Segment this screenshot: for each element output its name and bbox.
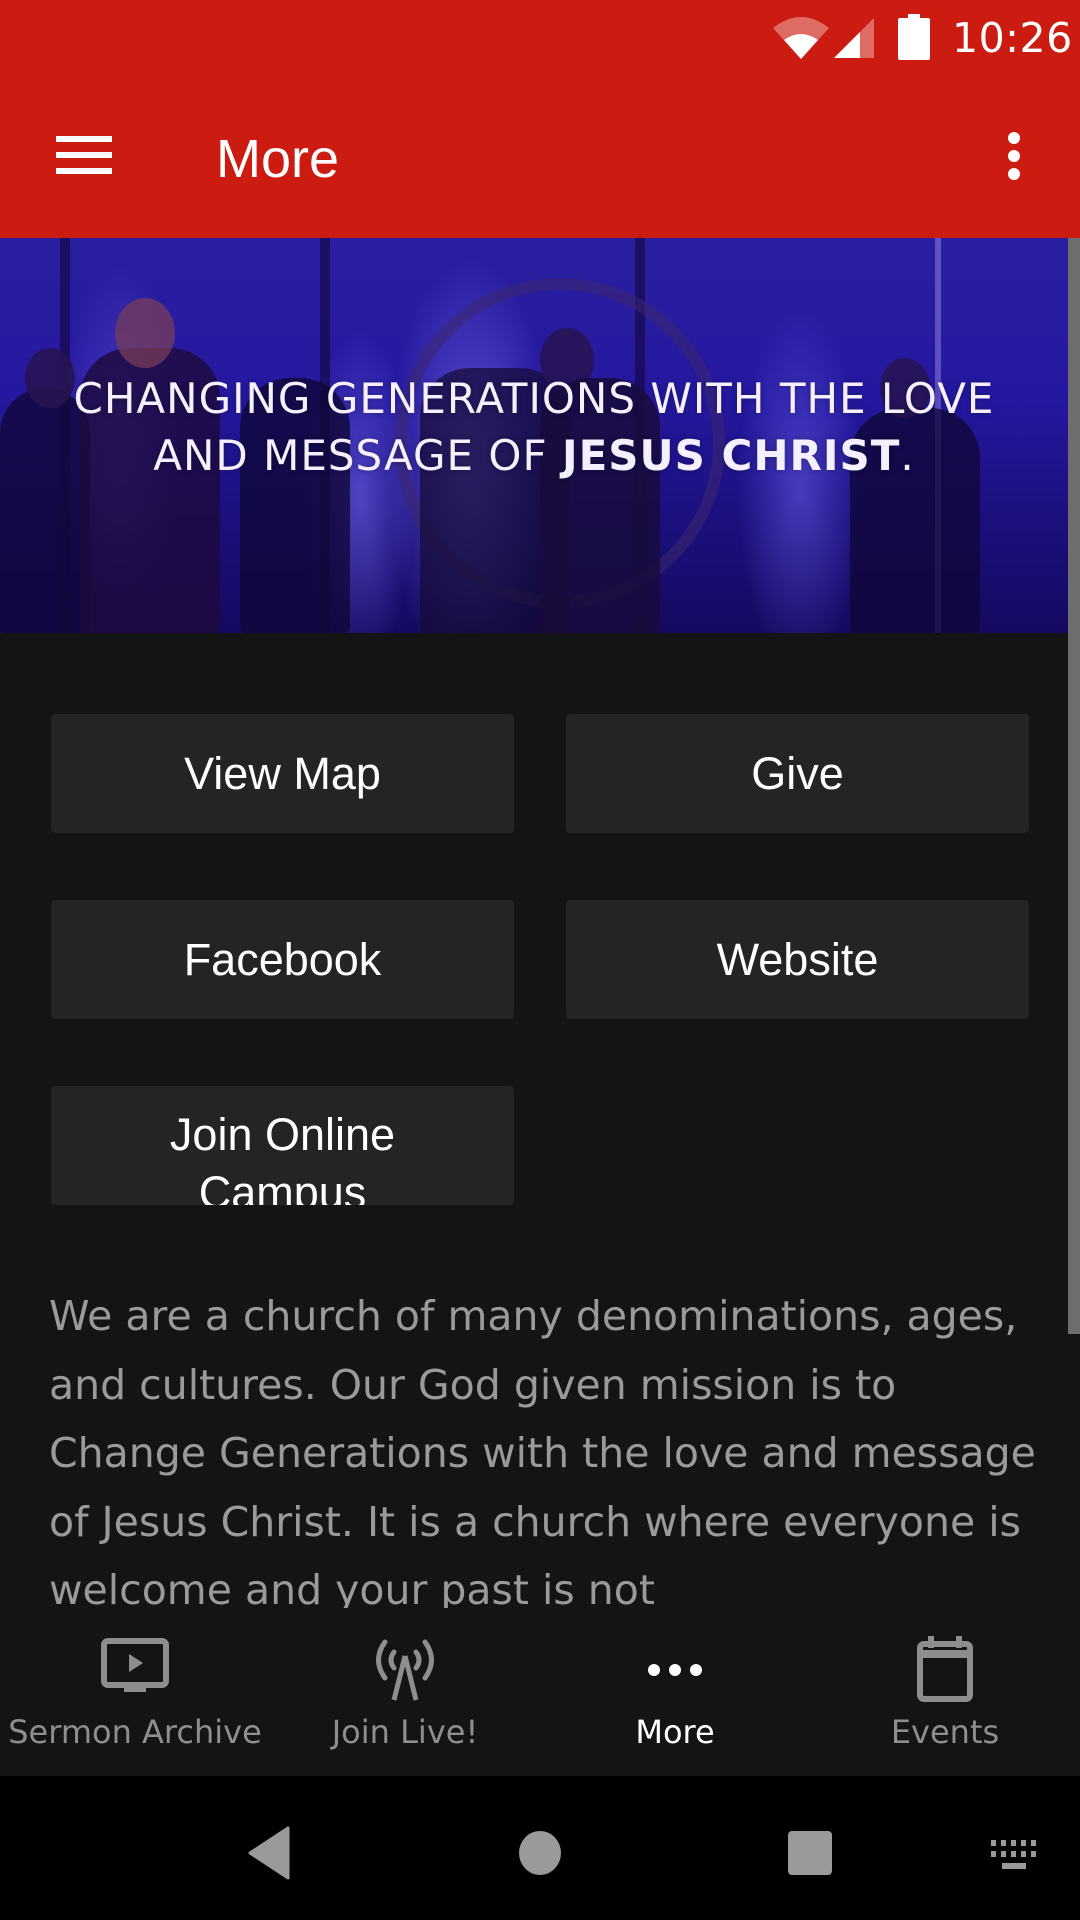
banner-line-2: AND MESSAGE OF JESUS CHRIST.	[153, 431, 915, 480]
overflow-menu-icon[interactable]	[990, 124, 1038, 190]
banner-line-1: CHANGING GENERATIONS WITH THE LOVE	[73, 374, 995, 423]
view-map-button[interactable]: View Map	[51, 714, 514, 833]
status-time: 10:26	[952, 14, 1073, 62]
app-bar: 10:26 More	[0, 0, 1080, 238]
calendar-icon	[917, 1636, 973, 1702]
banner-bold-name: JESUS CHRIST	[561, 431, 901, 480]
bottom-navigation: Sermon Archive Join Live! More Events	[0, 1608, 1080, 1776]
join-online-campus-button[interactable]: Join Online Campus	[51, 1086, 514, 1205]
tab-join-live[interactable]: Join Live!	[270, 1608, 540, 1776]
tv-play-icon	[101, 1638, 169, 1692]
hamburger-menu-icon[interactable]	[44, 120, 124, 192]
website-button[interactable]: Website	[566, 900, 1029, 1019]
give-button[interactable]: Give	[566, 714, 1029, 833]
system-navigation-bar	[0, 1776, 1080, 1920]
page-title: More	[216, 129, 340, 189]
hero-banner-image: CHANGING GENERATIONS WITH THE LOVE AND M…	[0, 238, 1068, 633]
scrollbar[interactable]	[1068, 238, 1080, 1334]
cell-signal-icon	[834, 18, 874, 58]
banner-tagline: CHANGING GENERATIONS WITH THE LOVE AND M…	[0, 370, 1068, 484]
facebook-button[interactable]: Facebook	[51, 900, 514, 1019]
tab-events[interactable]: Events	[810, 1608, 1080, 1776]
church-description: We are a church of many denominations, a…	[49, 1292, 1036, 1608]
battery-icon	[898, 14, 930, 60]
recents-icon[interactable]	[786, 1826, 834, 1880]
tab-sermon-archive[interactable]: Sermon Archive	[0, 1608, 270, 1776]
broadcast-antenna-icon	[376, 1639, 434, 1701]
home-icon[interactable]	[516, 1826, 564, 1880]
status-bar: 10:26	[0, 0, 1080, 76]
back-icon[interactable]	[244, 1826, 292, 1880]
more-dots-icon	[648, 1664, 702, 1676]
wifi-icon	[773, 17, 829, 59]
toolbar: More	[0, 76, 1080, 238]
tab-more[interactable]: More	[540, 1608, 810, 1776]
keyboard-icon[interactable]	[990, 1838, 1038, 1872]
